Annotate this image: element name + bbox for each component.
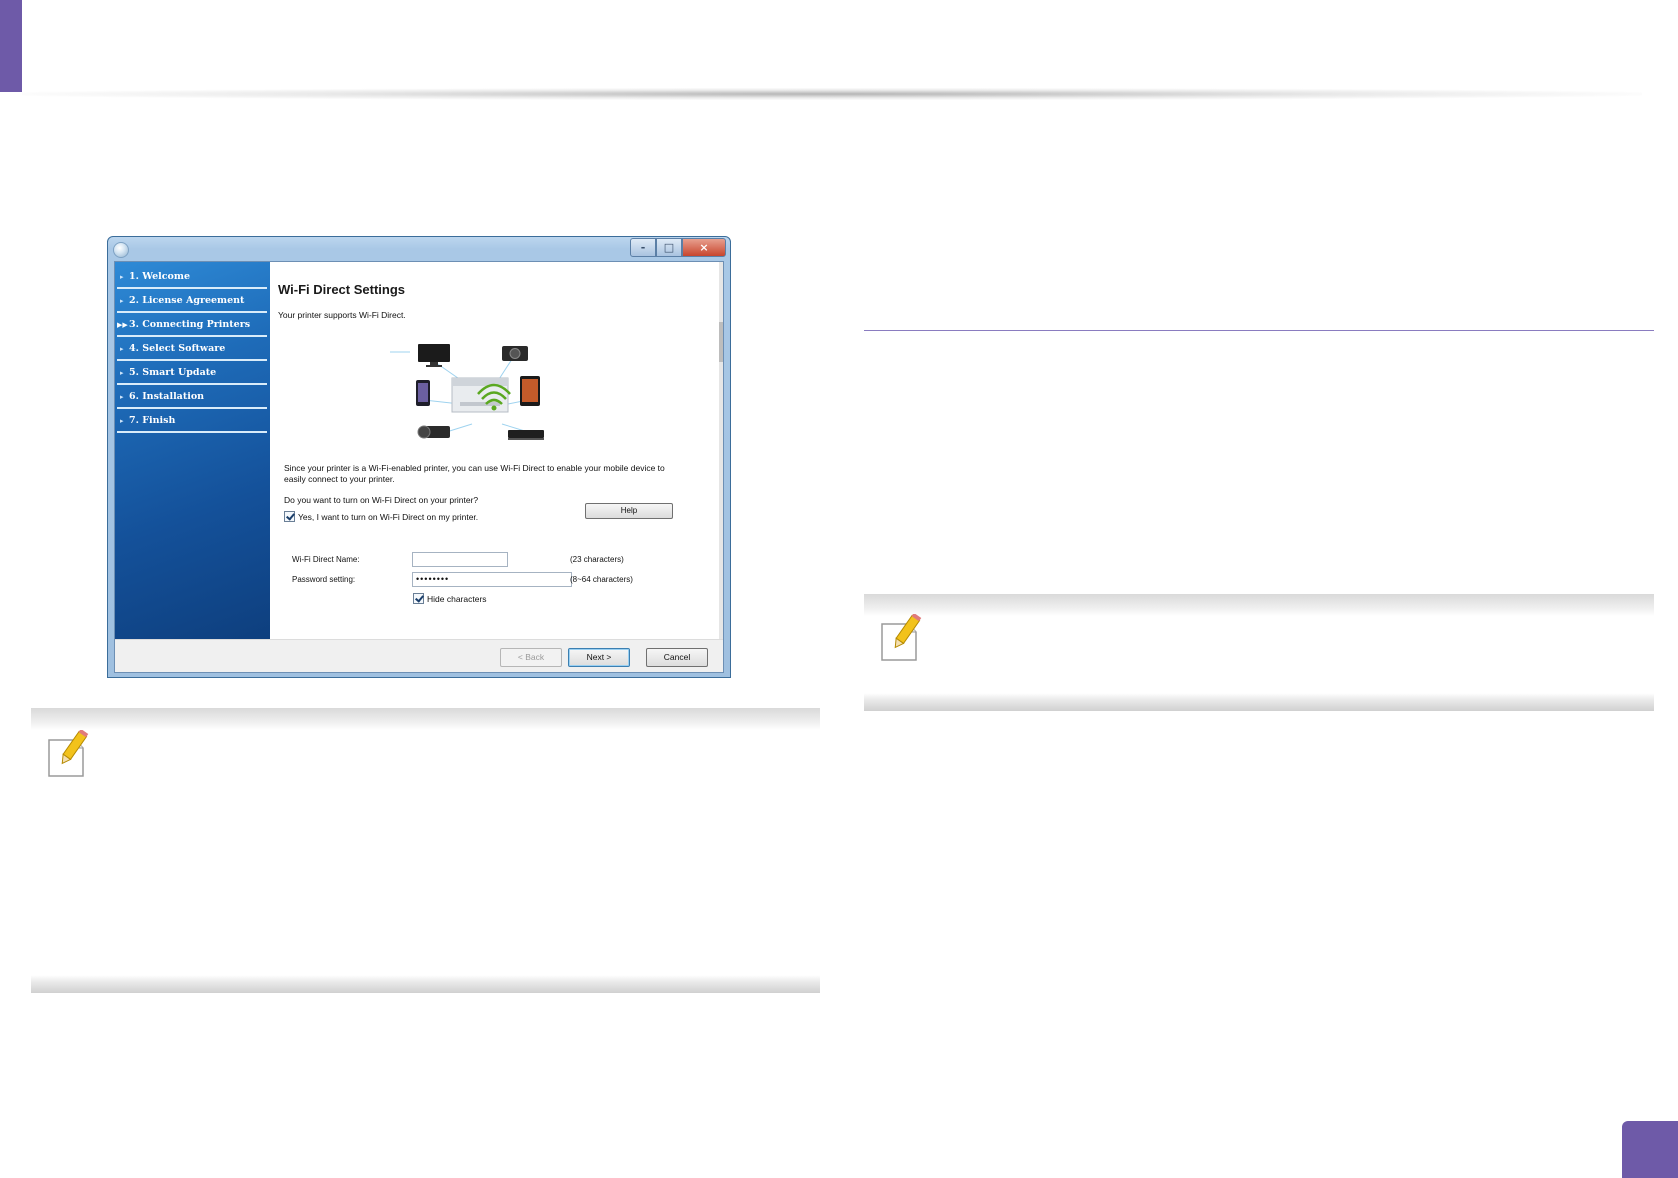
enable-wifi-direct-checkbox-row[interactable]: Yes, I want to turn on Wi-Fi Direct on m… [284,511,478,522]
window-titlebar: - □ × [108,237,730,261]
step-finish: ▸ 7. Finish [117,410,267,433]
phone-icon [416,380,430,406]
note-band-bottom [864,693,1654,711]
window-client: ▸ 1. Welcome ▸ 2. License Agreement ▶▶ 3. C… [114,261,724,673]
back-button[interactable]: < Back [500,648,562,667]
pencil-note-icon [881,614,922,661]
page-number-badge [1622,1121,1678,1178]
wifi-direct-name-hint: (23 characters) [570,555,624,564]
step-label: 6. Installation [129,391,205,402]
note-band-bottom [31,975,820,993]
hide-characters-label: Hide characters [427,593,487,604]
cancel-button[interactable]: Cancel [646,648,708,667]
step-arrow-icon: ▸ [120,416,124,425]
close-button[interactable]: × [682,238,726,257]
content-panel: Wi-Fi Direct Settings Your printer suppo… [270,262,723,639]
hide-characters-checkbox[interactable] [413,593,424,604]
pencil-note-icon [48,730,89,777]
step-welcome: ▸ 1. Welcome [117,266,267,289]
step-update: ▸ 5. Smart Update [117,362,267,385]
monitor-icon [418,344,450,367]
steps-sidebar: ▸ 1. Welcome ▸ 2. License Agreement ▶▶ 3. C… [115,262,270,639]
step-label: 2. License Agreement [129,295,245,306]
page-subtitle: Your printer supports Wi-Fi Direct. [278,310,406,320]
step-label: 4. Select Software [129,343,226,354]
chapter-tab [0,0,22,92]
step-label: 7. Finish [129,415,176,426]
note-band-top [864,594,1654,616]
hide-characters-checkbox-row[interactable]: Hide characters [413,593,487,604]
maximize-button[interactable]: □ [656,238,682,257]
step-installation: ▸ 6. Installation [117,386,267,409]
installer-window: - □ × ▸ 1. Welcome ▸ 2. License Agreement … [107,236,731,678]
step-label: 3. Connecting Printers [129,319,251,330]
password-hint: (8~64 characters) [570,575,633,584]
step-label: 5. Smart Update [129,367,217,378]
tablet-icon [520,376,540,406]
password-input[interactable]: •••••••• [412,572,572,587]
wifi-direct-question: Do you want to turn on Wi-Fi Direct on y… [284,495,479,505]
wizard-footer: < Back Next > Cancel [115,639,723,672]
step-arrow-icon: ▸ [120,344,124,353]
step-connecting: ▶▶ 3. Connecting Printers [117,314,267,337]
step-label: 1. Welcome [129,271,190,282]
manual-page: - □ × ▸ 1. Welcome ▸ 2. License Agreement … [0,0,1678,1178]
step-software: ▸ 4. Select Software [117,338,267,361]
step-license: ▸ 2. License Agreement [117,290,267,313]
step-arrow-icon: ▸ [120,392,124,401]
enable-wifi-direct-checkbox[interactable] [284,511,295,522]
step-arrow-icon: ▸ [120,368,124,377]
password-label: Password setting: [292,575,356,584]
step-arrow-icon: ▸ [120,296,124,305]
wifi-direct-name-label: Wi-Fi Direct Name: [292,555,360,564]
media-player-icon [508,430,544,440]
header-rule [22,88,1642,100]
camera-icon [502,346,528,361]
note-box [864,594,1654,711]
minimize-button[interactable]: - [630,238,656,257]
section-rule [864,330,1654,331]
note-box [31,708,820,993]
step-arrow-icon: ▸ [120,272,124,281]
enable-wifi-direct-label: Yes, I want to turn on Wi-Fi Direct on m… [298,511,479,522]
scrollbar-thumb[interactable] [719,322,723,362]
current-step-arrow-icon: ▶▶ [117,320,128,329]
camcorder-icon [417,425,450,439]
help-button[interactable]: Help [585,503,673,519]
page-title: Wi-Fi Direct Settings [278,282,406,297]
wifi-direct-name-input[interactable] [412,552,508,567]
app-orb-icon [113,242,129,258]
wifi-direct-description: Since your printer is a Wi-Fi-enabled pr… [284,463,665,484]
vertical-scrollbar[interactable] [719,262,723,639]
note-band-top [31,708,820,730]
window-controls: - □ × [630,238,726,257]
wifi-direct-illustration [390,344,544,440]
next-button[interactable]: Next > [568,648,630,667]
